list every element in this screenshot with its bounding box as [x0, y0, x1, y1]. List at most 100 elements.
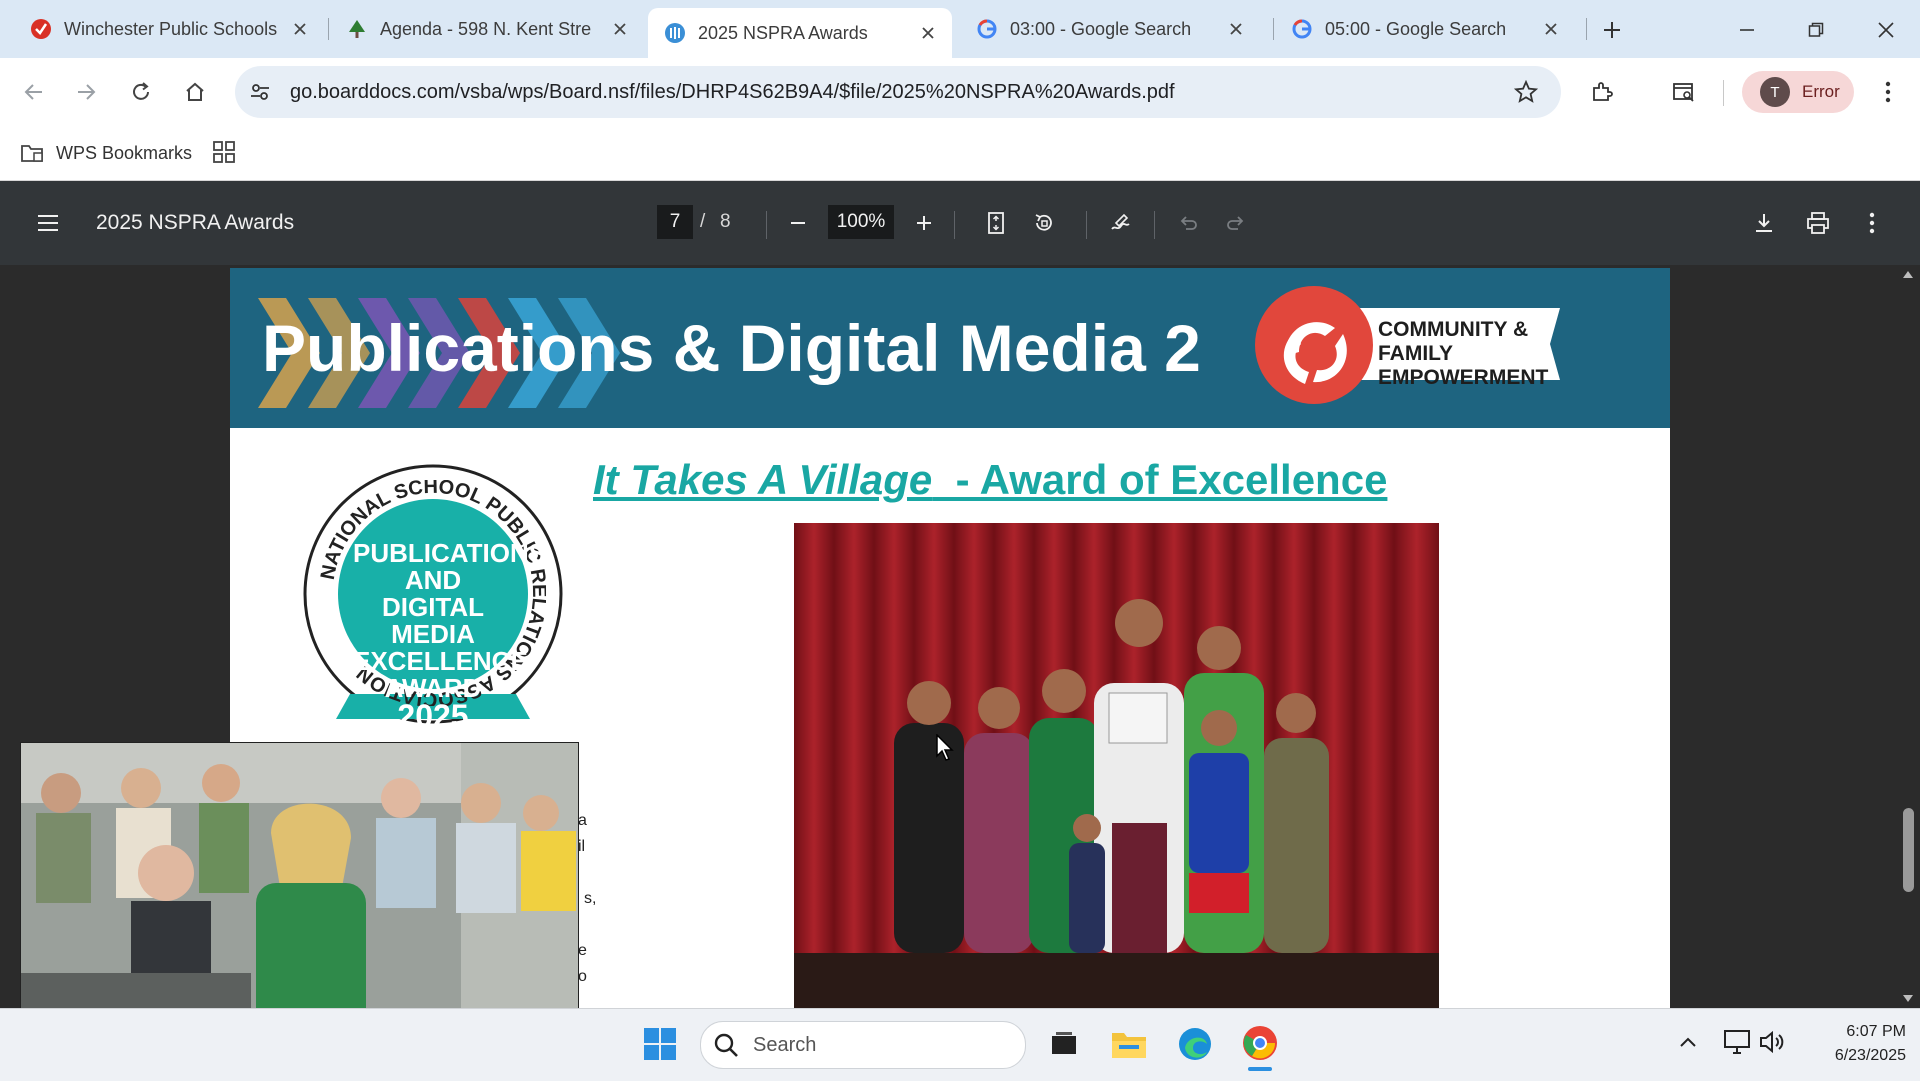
- pdf-toolbar-separator: [1086, 211, 1087, 239]
- body-text-fragment: a il s, e o: [578, 808, 596, 990]
- text-fragment: e: [578, 942, 587, 959]
- bookmark-star-icon[interactable]: [1512, 78, 1540, 106]
- avatar: T: [1760, 77, 1790, 107]
- tab-title: Agenda - 598 N. Kent Stre: [380, 18, 592, 39]
- tree-favicon: [346, 18, 368, 40]
- cfe-label: COMMUNITY & FAMILY EMPOWERMENT: [1378, 318, 1598, 390]
- reload-icon[interactable]: [127, 78, 155, 106]
- active-app-indicator: [1248, 1067, 1272, 1071]
- restore-icon[interactable]: [1802, 16, 1830, 44]
- url-text[interactable]: go.boarddocs.com/vsba/wps/Board.nsf/file…: [290, 81, 1175, 104]
- annotate-pen-icon[interactable]: [1106, 209, 1134, 237]
- site-info-icon[interactable]: [246, 78, 274, 106]
- home-icon[interactable]: [181, 78, 209, 106]
- badge-center-text: PUBLICATIONS AND DIGITAL MEDIA EXCELLENC…: [353, 538, 547, 702]
- volume-icon[interactable]: [1758, 1028, 1788, 1056]
- tab-google-search-0500[interactable]: 05:00 - Google Search: [1275, 10, 1575, 48]
- award-title-italic: It Takes A Village: [593, 456, 933, 503]
- tab-search-icon[interactable]: [1670, 78, 1698, 106]
- pdf-scrollbar[interactable]: [1896, 265, 1920, 1008]
- minimize-icon[interactable]: [1733, 16, 1761, 44]
- tab-title: Winchester Public Schools: [64, 18, 278, 39]
- badge-line: EXCELLENCE: [353, 646, 528, 676]
- download-icon[interactable]: [1750, 209, 1778, 237]
- tab-title: 05:00 - Google Search: [1325, 18, 1507, 39]
- total-pages: 8: [720, 211, 731, 232]
- boarddocs-favicon: [664, 22, 686, 44]
- nspra-award-badge: NATIONAL SCHOOL PUBLIC RELATIONS ASSOCIA…: [300, 464, 566, 744]
- bookmark-label: WPS Bookmarks: [56, 142, 193, 163]
- clock-time: 6:07 PM: [1846, 1023, 1906, 1040]
- clock-date: 6/23/2025: [1834, 1047, 1906, 1064]
- text-fragment: il: [578, 838, 586, 855]
- google-favicon: [976, 18, 998, 40]
- close-tab-icon[interactable]: [610, 19, 630, 39]
- bookmark-folder-wps[interactable]: WPS Bookmarks: [20, 138, 192, 168]
- tab-separator: [1586, 18, 1587, 40]
- pdf-toolbar-separator: [1154, 211, 1155, 239]
- profile-button[interactable]: T Error: [1742, 71, 1854, 113]
- zoom-level-input[interactable]: 100%: [828, 205, 894, 239]
- badge-line: PUBLICATIONS: [353, 538, 547, 568]
- mouse-cursor-icon: [936, 734, 956, 762]
- show-hidden-icons-chevron-icon[interactable]: [1676, 1030, 1700, 1054]
- text-fragment: o: [578, 968, 587, 985]
- network-icon[interactable]: [1722, 1028, 1752, 1056]
- tab-separator: [1273, 18, 1274, 40]
- sidebar-menu-icon[interactable]: [34, 209, 62, 237]
- tab-title: 2025 NSPRA Awards: [698, 22, 868, 43]
- badge-line: AND DIGITAL: [381, 565, 485, 622]
- tab-winchester-public-schools[interactable]: Winchester Public Schools: [14, 10, 324, 48]
- new-tab-icon[interactable]: [1598, 16, 1626, 44]
- apps-grid-icon[interactable]: [212, 140, 238, 166]
- scroll-up-arrow-icon[interactable]: [1902, 269, 1914, 279]
- extensions-icon[interactable]: [1588, 78, 1616, 106]
- more-menu-icon[interactable]: [1874, 78, 1902, 106]
- text-fragment: s,: [584, 890, 597, 907]
- tab-2025-nspra-awards[interactable]: 2025 NSPRA Awards: [648, 8, 952, 58]
- taskbar-search-box[interactable]: Search: [700, 1021, 1026, 1069]
- scroll-down-arrow-icon[interactable]: [1902, 994, 1914, 1004]
- pdf-toolbar: 2025 NSPRA Awards 7 / 8 100%: [0, 181, 1920, 265]
- fit-to-page-icon[interactable]: [982, 209, 1010, 237]
- google-favicon: [1291, 18, 1313, 40]
- pdf-toolbar-separator: [766, 211, 767, 239]
- toolbar-separator: [1723, 80, 1724, 106]
- pdf-more-icon[interactable]: [1858, 209, 1886, 237]
- tab-agenda[interactable]: Agenda - 598 N. Kent Stre: [330, 10, 644, 48]
- windows-start-icon[interactable]: [640, 1022, 680, 1066]
- zoom-out-icon[interactable]: [784, 209, 812, 237]
- file-explorer-icon[interactable]: [1107, 1022, 1151, 1066]
- page-number-input[interactable]: 7: [657, 205, 693, 239]
- cfe-line-2: EMPOWERMENT: [1378, 366, 1549, 389]
- forward-icon[interactable]: [72, 78, 100, 106]
- close-window-icon[interactable]: [1872, 16, 1900, 44]
- scrollbar-thumb[interactable]: [1903, 808, 1914, 892]
- tab-google-search-0300[interactable]: 03:00 - Google Search: [960, 10, 1260, 48]
- back-icon[interactable]: [20, 78, 48, 106]
- text-fragment: a: [578, 812, 587, 829]
- close-tab-icon[interactable]: [1226, 19, 1246, 39]
- tab-strip: Winchester Public Schools Agenda - 598 N…: [0, 0, 1920, 58]
- undo-icon[interactable]: [1174, 209, 1202, 237]
- tab-title: 03:00 - Google Search: [1010, 18, 1192, 39]
- taskbar-clock[interactable]: 6:07 PM 6/23/2025: [1796, 1020, 1906, 1068]
- bookmarks-bar: WPS Bookmarks: [0, 126, 1920, 181]
- rotate-icon[interactable]: [1030, 209, 1058, 237]
- cfe-line-1: COMMUNITY & FAMILY: [1378, 318, 1529, 365]
- close-tab-icon[interactable]: [290, 19, 310, 39]
- close-tab-icon[interactable]: [1541, 19, 1561, 39]
- page-separator: /: [700, 211, 706, 232]
- task-view-icon[interactable]: [1042, 1022, 1086, 1066]
- banner-title: Publications & Digital Media 2: [262, 311, 1201, 385]
- family-photo: [794, 523, 1439, 1008]
- print-icon[interactable]: [1804, 209, 1832, 237]
- close-tab-icon[interactable]: [918, 23, 938, 43]
- redo-icon[interactable]: [1222, 209, 1250, 237]
- zoom-in-icon[interactable]: [910, 209, 938, 237]
- folder-icon: [20, 142, 46, 164]
- chrome-browser-icon[interactable]: [1238, 1020, 1282, 1066]
- edge-browser-icon[interactable]: [1173, 1022, 1217, 1066]
- taskbar-search-placeholder: Search: [753, 1034, 817, 1056]
- pdf-title: 2025 NSPRA Awards: [96, 211, 295, 234]
